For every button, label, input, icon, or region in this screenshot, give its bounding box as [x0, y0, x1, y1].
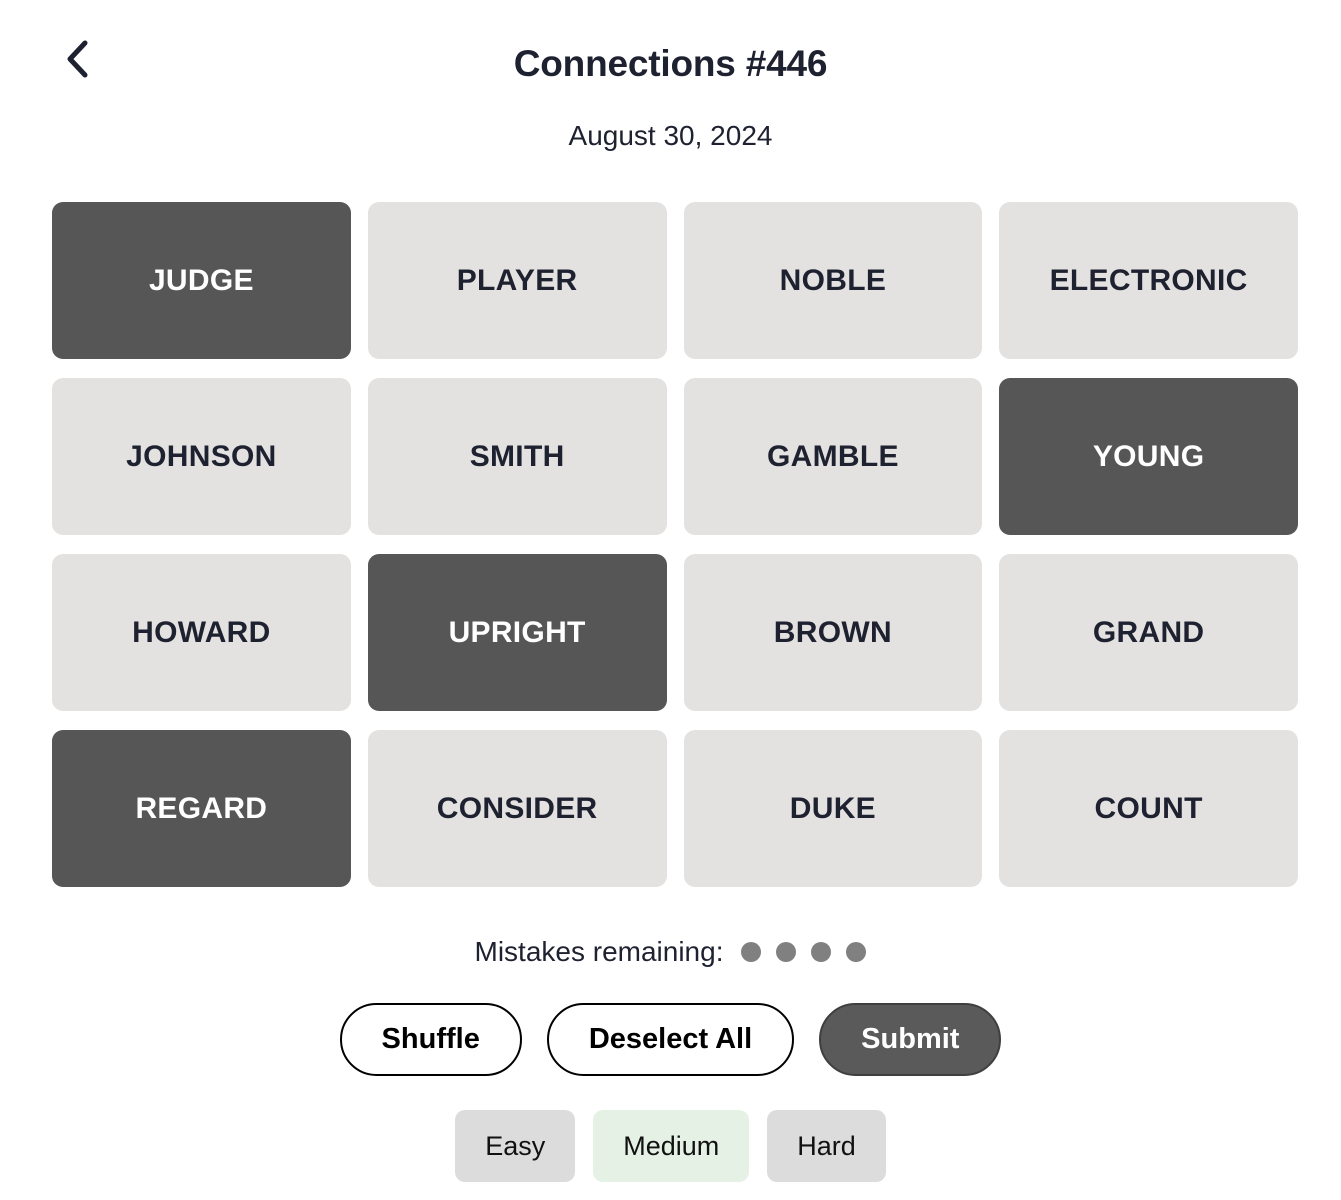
- word-tile[interactable]: PLAYER: [367, 202, 667, 359]
- action-buttons: Shuffle Deselect All Submit: [0, 1003, 1341, 1076]
- deselect-all-button[interactable]: Deselect All: [546, 1003, 795, 1076]
- mistakes-remaining: Mistakes remaining:: [0, 936, 1341, 968]
- mistake-dot: [846, 942, 867, 962]
- header: Connections #446: [0, 0, 1341, 105]
- word-tile[interactable]: COUNT: [999, 730, 1298, 887]
- mistake-dot: [776, 942, 797, 962]
- word-tile[interactable]: DUKE: [683, 730, 983, 887]
- difficulty-selector: Easy Medium Hard: [0, 1110, 1341, 1182]
- word-tile[interactable]: JOHNSON: [52, 378, 351, 535]
- mistake-dot: [811, 942, 832, 962]
- word-tile[interactable]: JUDGE: [52, 202, 351, 359]
- submit-button[interactable]: Submit: [819, 1003, 1002, 1076]
- word-tile[interactable]: ELECTRONIC: [999, 202, 1298, 359]
- page-title: Connections #446: [513, 43, 828, 84]
- word-tile[interactable]: SMITH: [367, 378, 667, 535]
- puzzle-date: August 30, 2024: [568, 120, 773, 151]
- mistake-dots: [741, 942, 867, 962]
- word-tile[interactable]: UPRIGHT: [367, 554, 667, 711]
- word-tile[interactable]: NOBLE: [683, 202, 983, 359]
- word-tile[interactable]: HOWARD: [52, 554, 351, 711]
- word-tile[interactable]: CONSIDER: [367, 730, 667, 887]
- mistakes-label: Mistakes remaining:: [474, 936, 724, 967]
- mistake-dot: [741, 942, 762, 962]
- difficulty-option-hard[interactable]: Hard: [767, 1110, 886, 1182]
- word-tile[interactable]: GAMBLE: [683, 378, 983, 535]
- shuffle-button[interactable]: Shuffle: [339, 1003, 522, 1076]
- word-tile[interactable]: GRAND: [999, 554, 1298, 711]
- connections-game-screen: Connections #446 August 30, 2024 JUDGE P…: [0, 0, 1341, 1200]
- word-tile[interactable]: YOUNG: [999, 378, 1298, 535]
- difficulty-option-medium[interactable]: Medium: [593, 1110, 750, 1182]
- difficulty-option-easy[interactable]: Easy: [455, 1110, 576, 1182]
- word-tile[interactable]: BROWN: [683, 554, 983, 711]
- word-tile[interactable]: REGARD: [52, 730, 351, 887]
- word-grid: JUDGE PLAYER NOBLE ELECTRONIC JOHNSON SM…: [52, 202, 1298, 887]
